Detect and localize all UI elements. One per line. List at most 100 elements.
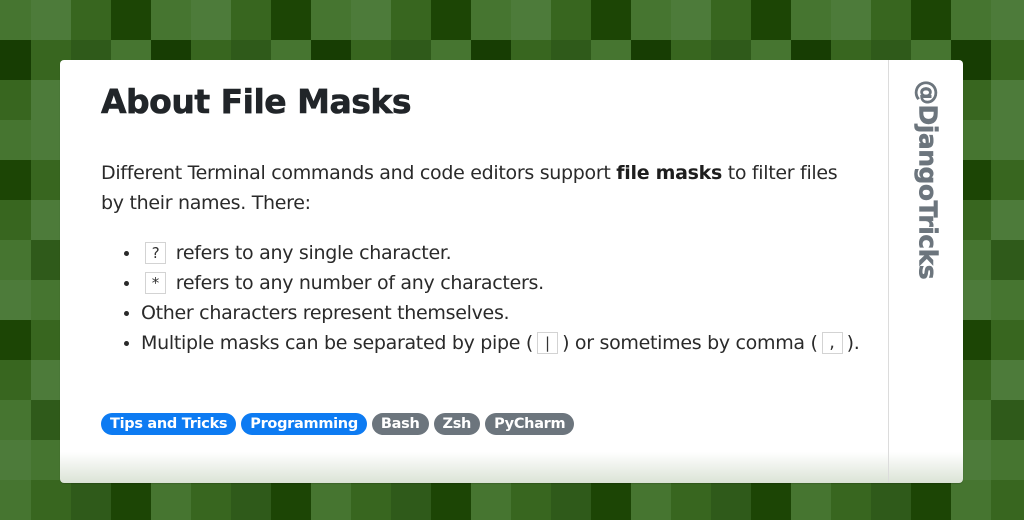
article-card: About File Masks Different Terminal comm… [60, 60, 963, 483]
inline-code: , [821, 332, 843, 354]
tag-list: Tips and Tricks Programming Bash Zsh PyC… [101, 413, 575, 435]
brand-handle: @DjangoTricks [908, 80, 948, 310]
background-tile [991, 400, 1024, 440]
background-tile [711, 480, 751, 520]
list-item: Other characters represent themselves. [141, 298, 881, 328]
background-tile [471, 0, 511, 40]
intro-bold-term: file masks [616, 162, 722, 184]
background-tile [591, 0, 631, 40]
inline-code: ? [145, 242, 167, 264]
background-tile [431, 480, 471, 520]
background-tile [791, 480, 831, 520]
background-tile [871, 0, 911, 40]
background-tile [0, 120, 31, 160]
list-item: * refers to any number of any characters… [141, 268, 881, 298]
background-tile [391, 480, 431, 520]
background-tile [271, 0, 311, 40]
background-tile [991, 360, 1024, 400]
tag-pycharm[interactable]: PyCharm [485, 413, 575, 435]
background-tile [991, 320, 1024, 360]
background-tile [591, 480, 631, 520]
background-tile [231, 0, 271, 40]
background-tile [31, 480, 71, 520]
mask-rules-list: ? refers to any single character. * refe… [101, 238, 881, 358]
list-item-text: Other characters represent themselves. [141, 302, 510, 324]
background-tile [871, 480, 911, 520]
background-tile [751, 0, 791, 40]
background-tile [351, 0, 391, 40]
background-tile [671, 480, 711, 520]
article-title: About File Masks [101, 82, 412, 122]
background-tile [0, 200, 31, 240]
background-tile [191, 480, 231, 520]
background-tile [991, 0, 1024, 40]
background-tile [991, 40, 1024, 80]
background-tile [71, 480, 111, 520]
tag-bash[interactable]: Bash [371, 413, 429, 435]
background-tile [671, 0, 711, 40]
background-tile [991, 160, 1024, 200]
background-tile [911, 0, 951, 40]
background-tile [431, 0, 471, 40]
background-tile [0, 40, 31, 80]
intro-paragraph: Different Terminal commands and code edi… [101, 158, 861, 218]
vertical-divider [888, 60, 889, 483]
list-item-text: ) or sometimes by comma ( [562, 332, 818, 354]
background-tile [0, 240, 31, 280]
background-tile [511, 0, 551, 40]
background-tile [631, 0, 671, 40]
brand-handle-text: @DjangoTricks [913, 80, 943, 280]
list-item-text: Multiple masks can be separated by pipe … [141, 332, 534, 354]
background-tile [0, 440, 31, 480]
background-tile [991, 120, 1024, 160]
list-item-text: refers to any single character. [175, 242, 452, 264]
intro-text-start: Different Terminal commands and code edi… [101, 162, 617, 184]
background-tile [511, 480, 551, 520]
background-tile [0, 80, 31, 120]
background-tile [0, 280, 31, 320]
background-tile [151, 0, 191, 40]
inline-code: | [537, 332, 559, 354]
background-tile [111, 480, 151, 520]
background-tile [0, 0, 31, 40]
background-tile [0, 320, 31, 360]
background-tile [991, 480, 1024, 520]
background-tile [0, 400, 31, 440]
background-tile [31, 0, 71, 40]
list-item: Multiple masks can be separated by pipe … [141, 328, 881, 358]
background-tile [951, 0, 991, 40]
tag-tips-and-tricks[interactable]: Tips and Tricks [101, 413, 237, 435]
background-tile [71, 0, 111, 40]
background-tile [791, 0, 831, 40]
background-tile [391, 0, 431, 40]
background-tile [991, 80, 1024, 120]
background-tile [631, 480, 671, 520]
background-tile [0, 360, 31, 400]
background-tile [551, 0, 591, 40]
inline-code: * [145, 272, 167, 294]
background-tile [151, 480, 191, 520]
background-tile [111, 0, 151, 40]
background-tile [911, 480, 951, 520]
list-item-text: refers to any number of any characters. [175, 272, 544, 294]
background-tile [0, 480, 31, 520]
background-tile [991, 440, 1024, 480]
list-item-text: ). [846, 332, 860, 354]
tag-zsh[interactable]: Zsh [433, 413, 481, 435]
background-tile [471, 480, 511, 520]
background-tile [231, 480, 271, 520]
background-tile [551, 480, 591, 520]
background-tile [951, 480, 991, 520]
list-item: ? refers to any single character. [141, 238, 881, 268]
tag-programming[interactable]: Programming [241, 413, 367, 435]
background-tile [311, 480, 351, 520]
background-tile [831, 480, 871, 520]
background-tile [751, 480, 791, 520]
background-tile [271, 480, 311, 520]
background-tile [991, 280, 1024, 320]
background-tile [191, 0, 231, 40]
background-tile [991, 200, 1024, 240]
background-tile [0, 160, 31, 200]
background-tile [351, 480, 391, 520]
background-tile [831, 0, 871, 40]
